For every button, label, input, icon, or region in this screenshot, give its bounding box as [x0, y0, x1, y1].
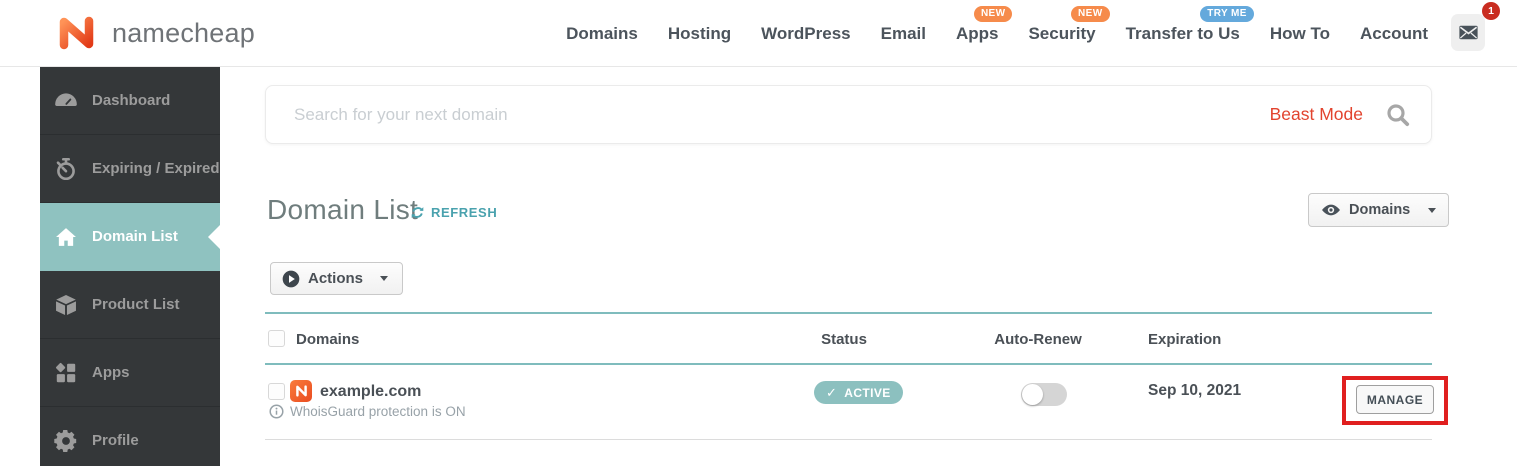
top-nav-bar: namecheap Domains Hosting WordPress Emai…: [0, 0, 1517, 67]
namecheap-mark-icon: [294, 384, 309, 398]
domain-name[interactable]: example.com: [320, 383, 421, 401]
sidebar-item-product-list[interactable]: Product List: [40, 271, 220, 339]
sidebar-item-label: Profile: [92, 432, 139, 449]
gear-icon: [53, 428, 79, 454]
domain-favicon: [290, 380, 312, 402]
toggle-knob: [1022, 384, 1043, 405]
play-circle-icon: [281, 269, 301, 289]
eye-icon: [1321, 200, 1341, 220]
column-header-expiration: Expiration: [1148, 331, 1221, 348]
nav-item-account[interactable]: Account: [1360, 24, 1428, 44]
nav-item-transfer[interactable]: Transfer to Us TRY ME: [1126, 24, 1240, 44]
apps-grid-icon: [53, 360, 79, 386]
search-icon[interactable]: [1385, 102, 1411, 128]
auto-renew-toggle[interactable]: [1021, 383, 1067, 406]
column-header-domains: Domains: [296, 331, 359, 348]
inbox-count-badge: 1: [1482, 2, 1500, 20]
namecheap-logo[interactable]: namecheap: [55, 15, 255, 51]
domains-filter-button[interactable]: Domains: [1308, 193, 1449, 227]
table-top-rule: [265, 312, 1432, 314]
sidebar-item-label: Apps: [92, 364, 130, 381]
domain-search-input[interactable]: [294, 105, 1248, 125]
sidebar: Dashboard Expiring / Expired Domain List…: [40, 67, 220, 466]
brand-wordmark: namecheap: [112, 18, 255, 49]
sidebar-item-label: Expiring / Expired: [92, 160, 220, 177]
sidebar-item-profile[interactable]: Profile: [40, 407, 220, 466]
sidebar-item-label: Domain List: [92, 228, 178, 245]
nav-item-wordpress[interactable]: WordPress: [761, 24, 850, 44]
status-badge: ✓ ACTIVE: [814, 381, 903, 404]
sidebar-item-dashboard[interactable]: Dashboard: [40, 67, 220, 135]
sidebar-item-label: Product List: [92, 296, 180, 313]
sidebar-item-domain-list[interactable]: Domain List: [40, 203, 220, 271]
info-icon[interactable]: [269, 404, 284, 419]
refresh-icon: [410, 205, 425, 220]
page-title: Domain List: [267, 194, 418, 226]
envelope-icon: [1457, 21, 1480, 44]
nav-item-how-to[interactable]: How To: [1270, 24, 1330, 44]
whoisguard-note: WhoisGuard protection is ON: [269, 404, 466, 419]
column-header-auto-renew: Auto-Renew: [968, 331, 1108, 348]
namecheap-logo-icon: [55, 15, 99, 51]
column-header-status: Status: [794, 331, 894, 348]
nav-item-email[interactable]: Email: [881, 24, 926, 44]
check-icon: ✓: [826, 385, 837, 401]
nav-item-hosting[interactable]: Hosting: [668, 24, 731, 44]
refresh-link[interactable]: REFRESH: [410, 205, 497, 220]
sidebar-item-apps[interactable]: Apps: [40, 339, 220, 407]
try-me-badge: TRY ME: [1200, 6, 1254, 22]
house-icon: [53, 224, 79, 250]
manage-button[interactable]: MANAGE: [1356, 385, 1434, 414]
chevron-down-icon: [1428, 208, 1436, 213]
new-badge: NEW: [974, 6, 1013, 22]
beast-mode-link[interactable]: Beast Mode: [1270, 104, 1363, 125]
namecheap-dashboard: namecheap Domains Hosting WordPress Emai…: [0, 0, 1517, 466]
gauge-icon: [53, 88, 79, 114]
table-header-rule: [265, 363, 1432, 365]
select-all-checkbox[interactable]: [268, 330, 285, 347]
sidebar-item-label: Dashboard: [92, 92, 170, 109]
expiration-date: Sep 10, 2021: [1148, 382, 1241, 400]
package-icon: [53, 292, 79, 318]
domain-search-bar: Beast Mode: [265, 85, 1432, 144]
inbox-button[interactable]: [1451, 14, 1485, 51]
stopwatch-icon: [53, 156, 79, 182]
sidebar-item-expiring-expired[interactable]: Expiring / Expired: [40, 135, 220, 203]
nav-item-domains[interactable]: Domains: [566, 24, 638, 44]
main-nav: Domains Hosting WordPress Email Apps NEW…: [566, 0, 1428, 67]
actions-button[interactable]: Actions: [270, 262, 403, 295]
new-badge: NEW: [1071, 6, 1110, 22]
row-checkbox[interactable]: [268, 383, 285, 400]
nav-item-apps[interactable]: Apps NEW: [956, 24, 999, 44]
chevron-down-icon: [380, 276, 388, 281]
row-bottom-rule: [265, 439, 1432, 440]
nav-item-security[interactable]: Security NEW: [1028, 24, 1095, 44]
